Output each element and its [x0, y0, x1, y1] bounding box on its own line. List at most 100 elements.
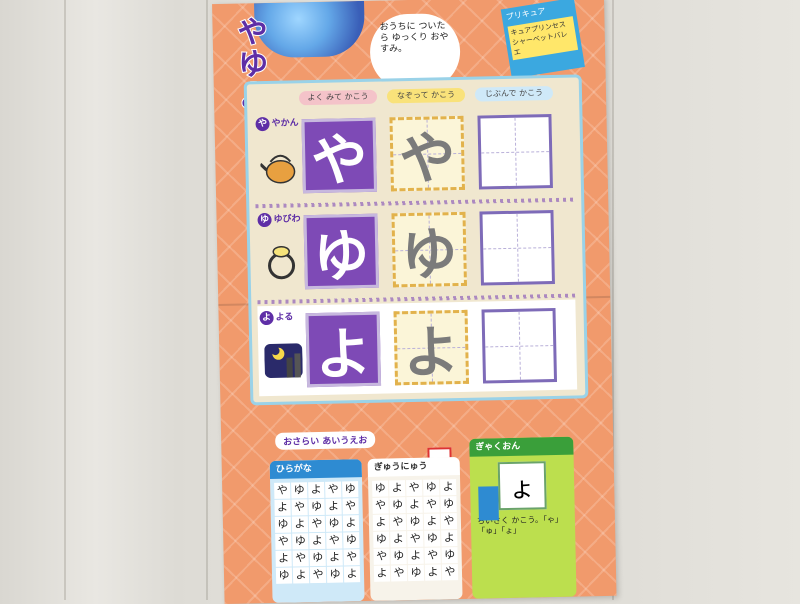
grid-cell: ゆ — [423, 479, 440, 496]
grid-cell: や — [309, 566, 327, 584]
model-char-box: や — [301, 117, 378, 194]
title-char: ゆ — [237, 46, 270, 84]
write-char-box[interactable] — [479, 210, 555, 286]
row-label: ややかん — [255, 115, 299, 132]
column-header-trace: なぞって かこう — [386, 87, 466, 104]
grid-cell: や — [424, 547, 441, 564]
practice-row-yu: ゆゆびわ ゆ ゆ — [255, 202, 575, 299]
grid-cell: よ — [406, 496, 423, 514]
grid-cell: ゆ — [390, 548, 407, 565]
panel-title: ぎゅうにゅう — [367, 457, 460, 477]
char-grid: やゆよやゆよやゆよやゆよやゆよやゆよやゆよやゆよやゆよやゆよ — [270, 477, 364, 588]
grid-cell: ゆ — [406, 513, 424, 531]
grid-cell: よ — [390, 531, 407, 548]
grid-cell: や — [372, 497, 389, 514]
wood-plank-line — [64, 0, 66, 600]
grid-cell: や — [373, 548, 390, 565]
grid-cell: ゆ — [342, 481, 359, 498]
grid-cell: よ — [372, 514, 390, 531]
grid-cell: ゆ — [389, 497, 406, 514]
grid-cell: ゆ — [326, 566, 344, 583]
grid-cell: ゆ — [424, 530, 441, 547]
row-label: ゆゆびわ — [257, 211, 301, 228]
trace-char-box[interactable]: や — [389, 115, 465, 192]
grid-cell: よ — [389, 480, 406, 497]
wood-plank-line — [206, 0, 208, 600]
promo-subtitle: キュアプリンセス シャーベットバレエ — [507, 16, 579, 61]
grid-cell: よ — [326, 549, 343, 566]
grid-cell: や — [406, 479, 423, 497]
model-char-box: ゆ — [303, 213, 380, 290]
row-label: よよる — [259, 309, 294, 326]
column-header-write: じぶんで かこう — [474, 85, 554, 102]
small-char-box[interactable]: ょ — [497, 461, 547, 511]
trace-char-box[interactable]: ゆ — [391, 211, 467, 288]
promo-badge: プリキュア キュアプリンセス シャーベットバレエ — [500, 0, 585, 79]
model-char-box: よ — [305, 311, 382, 388]
grid-cell: ゆ — [343, 532, 360, 549]
practice-row-yo: よよる よ よ — [257, 299, 578, 397]
row-char-dot: ゆ — [257, 212, 272, 228]
row-char-dot: や — [255, 116, 270, 132]
grid-cell: よ — [292, 567, 310, 584]
row-word: よる — [275, 312, 294, 323]
workbook-page: や ゆ よ おうちに ついたら ゆっくり おやすみ。 プリキュア キュアプリンセ… — [212, 0, 617, 604]
grid-cell: や — [440, 513, 458, 530]
write-char-box[interactable] — [477, 114, 553, 190]
review-panel-1: ひらがな やゆよやゆよやゆよやゆよやゆよやゆよやゆよやゆよやゆよやゆよ — [269, 459, 365, 603]
trace-char: ゆ — [400, 221, 459, 288]
grid-cell: や — [326, 532, 343, 549]
grid-cell: ゆ — [275, 567, 293, 584]
grid-cell: ゆ — [440, 496, 457, 513]
kettle-icon — [260, 154, 296, 184]
grid-cell: や — [291, 499, 308, 516]
grid-cell: ゆ — [325, 515, 343, 532]
panel-title: ひらがな — [269, 459, 362, 479]
trace-char: よ — [402, 319, 461, 386]
write-char-box[interactable] — [481, 307, 558, 384]
title-char: や — [236, 14, 269, 52]
grid-cell: よ — [342, 515, 360, 532]
grid-cell: よ — [309, 532, 326, 550]
grid-cell: よ — [275, 550, 292, 567]
grid-cell: ゆ — [292, 533, 309, 550]
grid-cell: ゆ — [441, 547, 458, 564]
grid-cell: よ — [343, 566, 361, 583]
model-char: や — [310, 127, 369, 194]
practice-row-ya: ややかん や や — [253, 106, 573, 203]
model-char: ゆ — [312, 223, 371, 290]
grid-cell: よ — [291, 516, 309, 533]
grid-cell: や — [325, 481, 342, 498]
grid-cell: よ — [424, 564, 442, 581]
row-char-dot: よ — [259, 310, 274, 326]
grid-cell: よ — [440, 479, 457, 496]
grid-cell: ゆ — [407, 564, 425, 582]
night-city-icon — [264, 343, 303, 378]
column-header-model: よく みて かこう — [298, 89, 378, 106]
grid-cell: よ — [407, 547, 424, 565]
grid-cell: ゆ — [274, 516, 292, 533]
row-word: やかん — [271, 118, 299, 129]
grid-cell: ゆ — [373, 531, 390, 548]
char-grid: ゆよやゆよやゆよやゆよやゆよやゆよやゆよやゆよやゆよやゆよや — [368, 475, 462, 586]
grid-cell: や — [275, 533, 292, 550]
grid-cell: よ — [373, 565, 391, 582]
review-panel-2: ぎゅうにゅう ゆよやゆよやゆよやゆよやゆよやゆよやゆよやゆよやゆよやゆよや — [367, 457, 463, 601]
building-icon — [478, 486, 499, 521]
grid-cell: よ — [325, 498, 342, 515]
trace-char-box[interactable]: よ — [393, 309, 470, 386]
grid-cell: ゆ — [308, 498, 325, 516]
grid-cell: や — [423, 496, 440, 513]
grid-cell: や — [390, 565, 408, 582]
grid-cell: よ — [274, 499, 291, 516]
grid-cell: や — [342, 498, 359, 515]
grid-cell: や — [343, 549, 360, 566]
model-char: よ — [314, 321, 373, 388]
grid-cell: や — [441, 564, 459, 581]
grid-cell: や — [274, 482, 291, 499]
grid-cell: よ — [308, 481, 325, 499]
trace-char: や — [398, 125, 457, 192]
ring-icon — [268, 245, 296, 280]
grid-cell: や — [407, 530, 424, 548]
grid-cell: や — [308, 515, 326, 533]
